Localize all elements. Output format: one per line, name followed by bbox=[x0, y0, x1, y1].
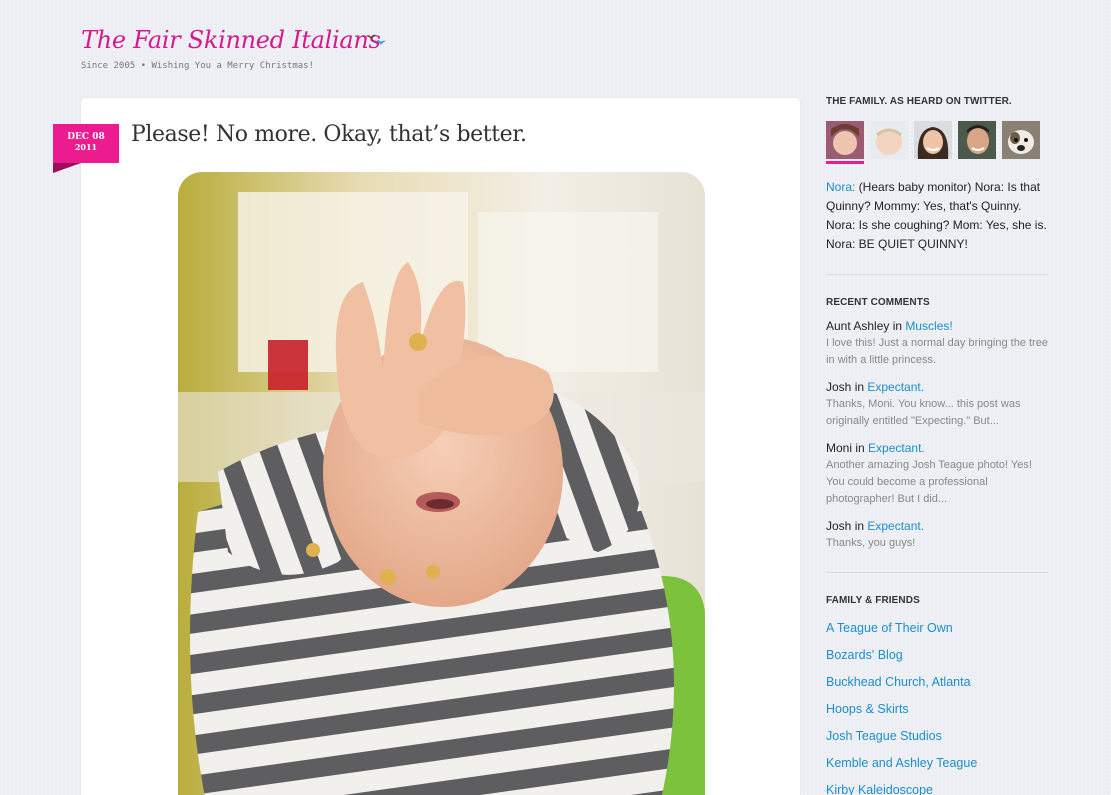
post-date-ribbon: DEC 08 2011 bbox=[53, 124, 119, 163]
twitter-widget-title: THE FAMILY. AS HEARD ON TWITTER. bbox=[826, 96, 1012, 107]
family-avatars bbox=[826, 121, 1051, 164]
avatar-dog[interactable] bbox=[1002, 121, 1040, 159]
post-title-link[interactable]: Please! No more. Okay, that’s better. bbox=[131, 122, 527, 147]
comment-byline: Aunt Ashley in Muscles! bbox=[826, 318, 1051, 335]
comment-excerpt: I love this! Just a normal day bringing … bbox=[826, 337, 1048, 366]
comment-item: Josh in Expectant. Thanks, you guys! bbox=[826, 518, 1051, 552]
avatar-mom-icon bbox=[914, 121, 952, 159]
comment-author: Moni bbox=[826, 441, 853, 455]
latest-tweet: Nora: (Hears baby monitor) Nora: Is that… bbox=[826, 178, 1051, 254]
avatar-mom[interactable] bbox=[914, 121, 952, 159]
post-photo[interactable] bbox=[178, 172, 705, 795]
comment-item: Moni in Expectant. Another amazing Josh … bbox=[826, 440, 1051, 508]
birds-logo-icon bbox=[366, 34, 386, 45]
comment-author: Aunt Ashley bbox=[826, 319, 890, 333]
recent-comments-title: RECENT COMMENTS bbox=[826, 297, 930, 308]
comment-item: Aunt Ashley in Muscles! I love this! Jus… bbox=[826, 318, 1051, 369]
comment-in: in bbox=[852, 441, 869, 455]
comment-in: in bbox=[889, 319, 906, 333]
tweet-text: (Hears baby monitor) Nora: Is that Quinn… bbox=[826, 180, 1047, 251]
avatar-nora[interactable] bbox=[826, 121, 864, 164]
baby-photo-image bbox=[178, 172, 705, 795]
comment-in: in bbox=[851, 519, 868, 533]
sidebar-divider bbox=[826, 274, 1048, 275]
friend-link[interactable]: Hoops & Skirts bbox=[826, 700, 1051, 718]
comment-item: Josh in Expectant. Thanks, Moni. You kno… bbox=[826, 379, 1051, 430]
comment-in: in bbox=[851, 380, 868, 394]
friend-link[interactable]: Buckhead Church, Atlanta bbox=[826, 673, 1051, 691]
comment-excerpt: Another amazing Josh Teague photo! Yes! … bbox=[826, 459, 1032, 505]
sidebar-divider bbox=[826, 572, 1048, 573]
sidebar: THE FAMILY. AS HEARD ON TWITTER. Nora: (… bbox=[826, 96, 1051, 795]
comment-author: Josh bbox=[826, 380, 852, 394]
comment-post-link[interactable]: Muscles! bbox=[905, 319, 952, 333]
comment-excerpt: Thanks, you guys! bbox=[826, 537, 916, 549]
friends-link-list: A Teague of Their Own Bozards' Blog Buck… bbox=[826, 619, 1051, 795]
friend-link[interactable]: Josh Teague Studios bbox=[826, 727, 1051, 745]
comment-post-link[interactable]: Expectant. bbox=[868, 441, 925, 455]
friend-link[interactable]: Bozards' Blog bbox=[826, 646, 1051, 664]
site-tagline: Since 2005 • Wishing You a Merry Christm… bbox=[81, 61, 314, 71]
comment-author: Josh bbox=[826, 519, 852, 533]
avatar-quinny[interactable] bbox=[870, 121, 908, 159]
avatar-dad[interactable] bbox=[958, 121, 996, 159]
comment-byline: Josh in Expectant. bbox=[826, 379, 1051, 396]
comment-post-link[interactable]: Expectant. bbox=[867, 519, 924, 533]
date-ribbon-fold bbox=[53, 163, 81, 173]
avatar-dad-icon bbox=[958, 121, 996, 159]
post-date-year: 2011 bbox=[74, 141, 98, 152]
avatar-nora-icon bbox=[826, 121, 864, 159]
avatar-dog-icon bbox=[1002, 121, 1040, 159]
avatar-quinny-icon bbox=[870, 121, 908, 159]
comment-byline: Moni in Expectant. bbox=[826, 440, 1051, 457]
comment-post-link[interactable]: Expectant. bbox=[867, 380, 924, 394]
site-title-link[interactable]: The Fair Skinned Italians bbox=[81, 26, 381, 54]
comment-byline: Josh in Expectant. bbox=[826, 518, 1051, 535]
friends-widget-title: FAMILY & FRIENDS bbox=[826, 595, 920, 606]
tweet-user-link[interactable]: Nora: bbox=[826, 180, 855, 194]
friend-link[interactable]: A Teague of Their Own bbox=[826, 619, 1051, 637]
avatar-active-indicator bbox=[826, 161, 864, 164]
friend-link[interactable]: Kemble and Ashley Teague bbox=[826, 754, 1051, 772]
friend-link[interactable]: Kirby Kaleidoscope bbox=[826, 781, 1051, 795]
comment-excerpt: Thanks, Moni. You know... this post was … bbox=[826, 398, 1021, 427]
